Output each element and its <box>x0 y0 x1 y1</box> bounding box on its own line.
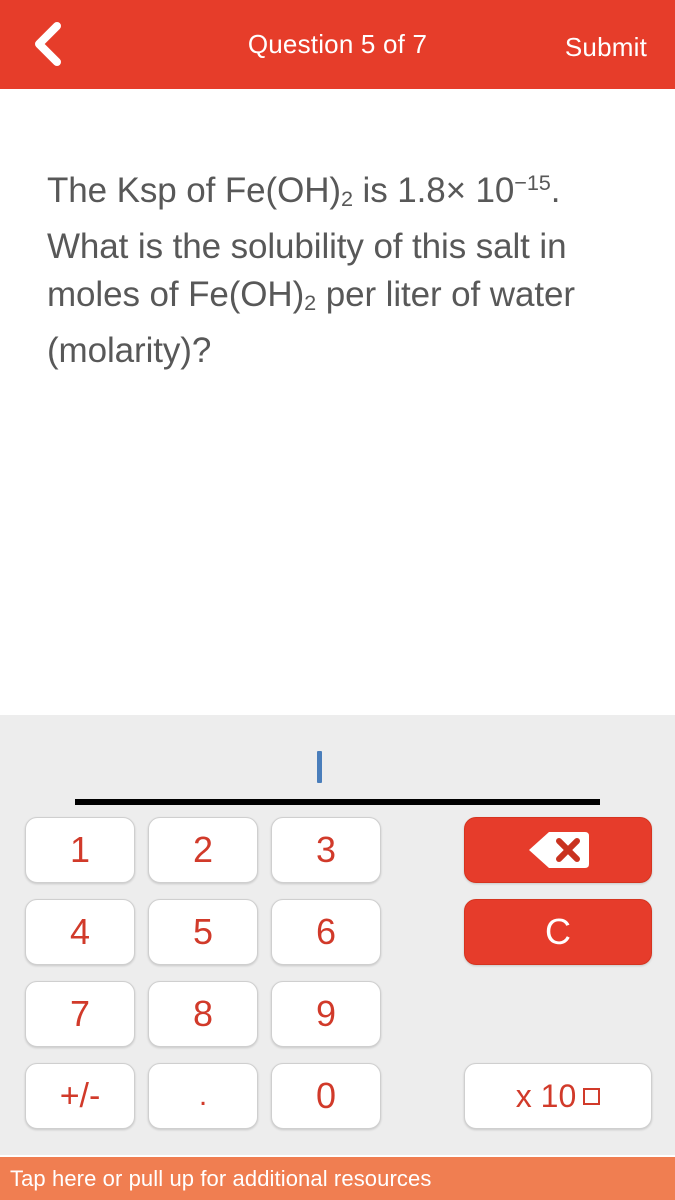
chevron-left-icon <box>31 21 65 67</box>
key-plus-minus[interactable]: +/- <box>25 1063 135 1129</box>
back-button[interactable] <box>18 14 78 74</box>
answer-input[interactable] <box>75 743 600 805</box>
key-8[interactable]: 8 <box>148 981 258 1047</box>
key-1[interactable]: 1 <box>25 817 135 883</box>
question-line-1-part-b: is 1.8× 10 <box>352 170 515 210</box>
key-decimal[interactable]: . <box>148 1063 258 1129</box>
backspace-button[interactable] <box>464 817 652 883</box>
key-4[interactable]: 4 <box>25 899 135 965</box>
question-text: The Ksp of Fe(OH)2 is 1.8× 10−15. What i… <box>47 159 647 375</box>
question-line-1-part-a: The Ksp of Fe(OH) <box>47 170 341 210</box>
key-5[interactable]: 5 <box>148 899 258 965</box>
question-superscript-exponent: −15 <box>514 170 551 195</box>
key-9[interactable]: 9 <box>271 981 381 1047</box>
key-2[interactable]: 2 <box>148 817 258 883</box>
question-line-2: What is the solubility of this salt in <box>47 226 567 266</box>
exponent-label: x 10 <box>515 1077 577 1114</box>
key-0[interactable]: 0 <box>271 1063 381 1129</box>
keypad-panel: 1 2 3 4 5 6 7 8 9 +/- . 0 C x 10 <box>0 715 675 1155</box>
submit-button[interactable]: Submit <box>559 28 653 67</box>
question-subscript-2: 2 <box>304 289 317 315</box>
key-6[interactable]: 6 <box>271 899 381 965</box>
question-line-1-part-c: . <box>550 170 561 210</box>
question-line-4: (molarity)? <box>47 330 212 370</box>
question-line-3-part-a: moles of Fe(OH) <box>47 274 305 314</box>
clear-button[interactable]: C <box>464 899 652 965</box>
keypad-keys: 1 2 3 4 5 6 7 8 9 +/- . 0 C x 10 <box>0 817 675 1147</box>
resources-bar[interactable]: Tap here or pull up for additional resou… <box>0 1157 675 1200</box>
question-line-3-part-b: per liter of water <box>316 274 575 314</box>
question-area: The Ksp of Fe(OH)2 is 1.8× 10−15. What i… <box>0 89 675 715</box>
resources-bar-label: Tap here or pull up for additional resou… <box>10 1165 432 1191</box>
key-3[interactable]: 3 <box>271 817 381 883</box>
empty-square-exponent-icon <box>583 1087 601 1105</box>
backspace-icon <box>527 829 589 871</box>
exponent-button[interactable]: x 10 <box>464 1063 652 1129</box>
key-7[interactable]: 7 <box>25 981 135 1047</box>
question-subscript-1: 2 <box>340 185 353 211</box>
text-cursor <box>317 751 322 783</box>
answer-input-underline <box>75 799 600 805</box>
app-header: Question 5 of 7 Submit <box>0 0 675 89</box>
